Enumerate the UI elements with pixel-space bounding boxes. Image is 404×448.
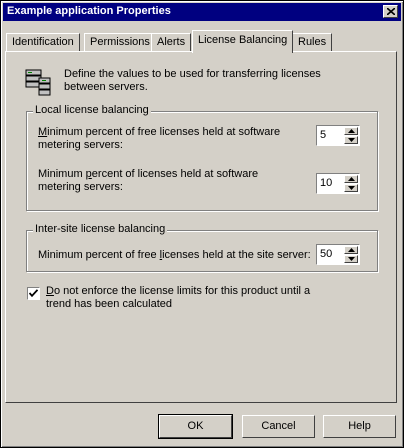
arrow-down-icon: [348, 257, 355, 261]
local-free-value[interactable]: 5: [320, 129, 326, 141]
properties-dialog: Example application Properties Identific…: [0, 0, 404, 448]
checkmark-icon: [29, 289, 38, 298]
cancel-button[interactable]: Cancel: [242, 415, 315, 438]
local-free-spinner[interactable]: 5: [316, 125, 360, 146]
spin-up-button[interactable]: [344, 127, 358, 135]
arrow-up-icon: [348, 129, 355, 133]
local-free-label: Minimum percent of free licenses held at…: [38, 126, 281, 151]
close-icon: [387, 8, 395, 15]
intersite-spinner[interactable]: 50: [316, 244, 360, 265]
tab-license-balancing[interactable]: License Balancing: [192, 30, 294, 53]
window-title: Example application Properties: [7, 5, 171, 17]
tab-rules[interactable]: Rules: [292, 33, 333, 51]
local-group-label: Local license balancing: [33, 104, 151, 116]
tab-permissions[interactable]: Permissions: [84, 33, 156, 51]
server-icon: [25, 69, 51, 96]
spin-down-button[interactable]: [344, 184, 358, 192]
local-licenses-spinner[interactable]: 10: [316, 173, 360, 194]
spin-up-button[interactable]: [344, 175, 358, 183]
enforce-limits-checkbox[interactable]: [27, 287, 40, 300]
spin-down-button[interactable]: [344, 136, 358, 144]
close-button[interactable]: [383, 5, 398, 18]
help-button[interactable]: Help: [323, 415, 396, 438]
spin-down-button[interactable]: [344, 255, 358, 263]
enforce-limits-label[interactable]: Do not enforce the license limits for th…: [46, 285, 310, 311]
intersite-value[interactable]: 50: [320, 248, 332, 260]
local-licenses-label: Minimum percent of licenses held at soft…: [38, 168, 259, 193]
tab-identification[interactable]: Identification: [6, 33, 80, 51]
ok-button[interactable]: OK: [158, 414, 233, 439]
arrow-up-icon: [348, 248, 355, 252]
tab-alerts[interactable]: Alerts: [151, 33, 192, 51]
local-licenses-value[interactable]: 10: [320, 177, 332, 189]
intro-text: Define the values to be used for transfe…: [64, 68, 321, 93]
intersite-label: Minimum percent of free licenses held at…: [38, 249, 311, 261]
intersite-group-label: Inter-site license balancing: [33, 223, 168, 235]
arrow-down-icon: [348, 138, 355, 142]
spin-up-button[interactable]: [344, 246, 358, 254]
arrow-down-icon: [348, 186, 355, 190]
arrow-up-icon: [348, 177, 355, 181]
title-bar: Example application Properties: [3, 3, 401, 21]
